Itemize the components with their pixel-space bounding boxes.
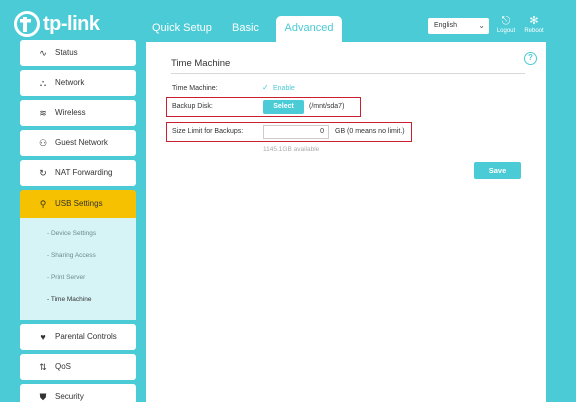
time-machine-label: Time Machine:	[172, 85, 218, 92]
disk-path: (/mnt/sda7)	[309, 103, 345, 110]
sidebar-item-label: Security	[55, 392, 84, 401]
network-icon: ⛬	[39, 78, 47, 88]
logout-icon: ⎋	[501, 15, 511, 27]
sidebar-item-status[interactable]: ∿ Status	[20, 40, 136, 66]
pulse-icon: ∿	[39, 48, 47, 58]
sidebar-item-nat-forwarding[interactable]: ↻ NAT Forwarding	[20, 160, 136, 186]
tab-basic[interactable]: Basic	[232, 16, 259, 40]
reboot-label: Reboot	[524, 28, 544, 34]
section-divider	[171, 73, 525, 74]
sidebar-item-label: USB Settings	[55, 199, 103, 208]
available-space: 1145.1GB available	[263, 146, 320, 153]
sidebar-item-wireless[interactable]: ≋ Wireless	[20, 100, 136, 126]
logo-mark-icon	[14, 11, 40, 37]
refresh-icon: ↻	[39, 168, 47, 178]
sidebar-item-label: Parental Controls	[55, 332, 117, 341]
wifi-icon: ≋	[39, 108, 47, 118]
sidebar-item-guest-network[interactable]: ⚇ Guest Network	[20, 130, 136, 156]
language-value: English	[434, 22, 457, 29]
updown-arrows-icon: ⇅	[39, 362, 47, 372]
submenu-item-print-server[interactable]: - Print Server	[47, 274, 85, 281]
usb-submenu: - Device Settings - Sharing Access - Pri…	[20, 218, 136, 320]
chevron-down-icon: ⌄	[478, 21, 485, 30]
help-icon[interactable]: ?	[524, 52, 537, 65]
logout-button[interactable]: ⎋ Logout	[491, 14, 521, 34]
usb-icon: ⚲	[39, 199, 47, 209]
sidebar-item-label: Guest Network	[55, 138, 108, 147]
language-select[interactable]: English ⌄	[428, 18, 489, 34]
save-button[interactable]: Save	[474, 162, 521, 179]
sidebar-item-network[interactable]: ⛬ Network	[20, 70, 136, 96]
reboot-button[interactable]: ✻ Reboot	[519, 14, 549, 34]
sidebar-item-label: Status	[55, 48, 78, 57]
tp-link-logo: tp-link	[14, 9, 100, 39]
checkmark-icon: ✓	[262, 83, 269, 92]
tab-quick-setup[interactable]: Quick Setup	[152, 16, 212, 40]
main-panel	[146, 42, 546, 402]
reboot-icon: ✻	[529, 15, 539, 27]
shield-icon: ⛊	[39, 392, 47, 402]
enable-checkbox[interactable]: ✓ Enable	[262, 83, 295, 93]
size-limit-label: Size Limit for Backups:	[172, 128, 244, 135]
submenu-item-device-settings[interactable]: - Device Settings	[47, 230, 96, 237]
sidebar-item-security[interactable]: ⛊ Security	[20, 384, 136, 402]
guest-icon: ⚇	[38, 138, 48, 148]
size-limit-input[interactable]: 0	[263, 125, 329, 139]
sidebar-item-label: NAT Forwarding	[55, 168, 113, 177]
submenu-item-sharing-access[interactable]: - Sharing Access	[47, 252, 96, 259]
backup-disk-label: Backup Disk:	[172, 103, 213, 110]
sidebar-item-parental-controls[interactable]: ♥ Parental Controls	[20, 324, 136, 350]
section-title: Time Machine	[171, 58, 231, 69]
sidebar-item-qos[interactable]: ⇅ QoS	[20, 354, 136, 380]
enable-label: Enable	[273, 85, 295, 92]
sidebar-item-label: Wireless	[55, 108, 86, 117]
sidebar-item-label: QoS	[55, 362, 72, 371]
logout-label: Logout	[496, 28, 516, 34]
brand-name: tp-link	[43, 12, 100, 35]
submenu-item-time-machine[interactable]: - Time Machine	[47, 296, 91, 303]
sidebar-item-usb-settings[interactable]: ⚲ USB Settings	[20, 190, 136, 218]
sidebar-item-label: Network	[55, 78, 85, 87]
heart-icon: ♥	[40, 332, 46, 342]
size-unit: GB (0 means no limit.)	[335, 128, 405, 135]
select-disk-button[interactable]: Select	[263, 100, 304, 114]
